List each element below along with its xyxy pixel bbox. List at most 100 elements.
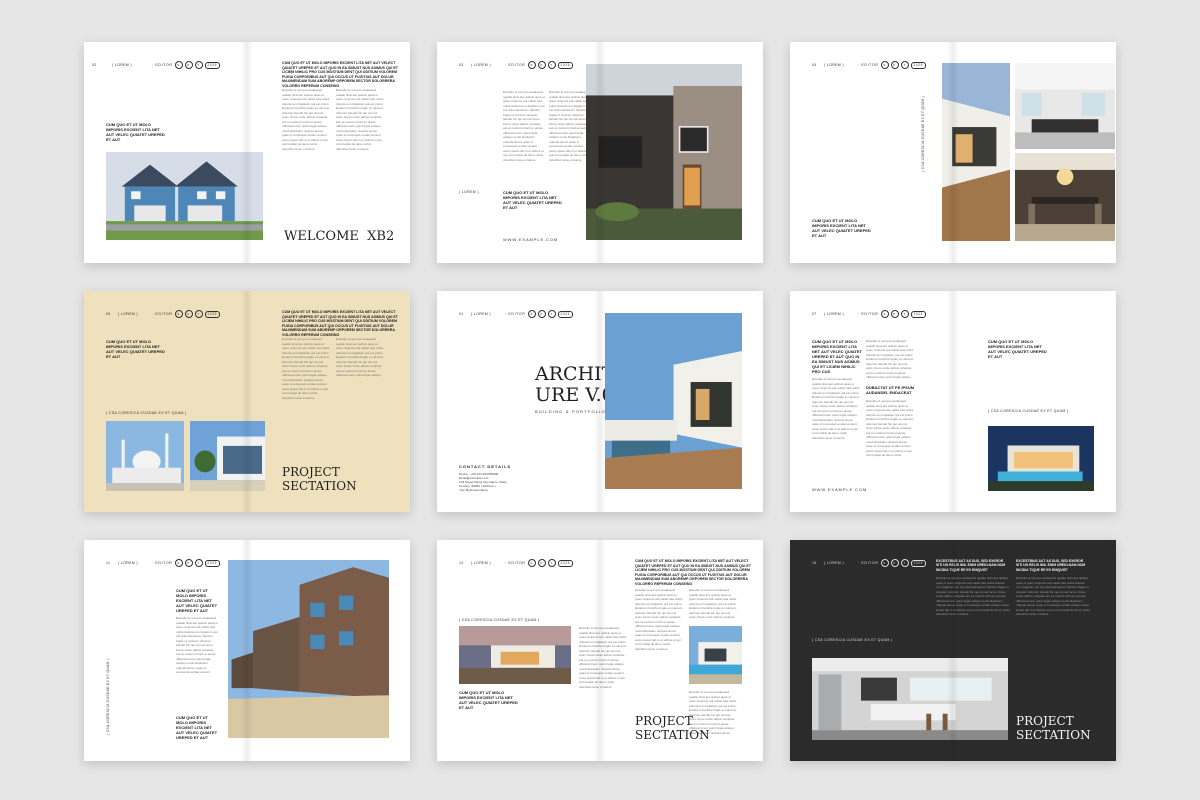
website-url[interactable]: WWW.EXAMPLE.COM [812, 487, 867, 492]
editor-label: · EDITOR [152, 63, 173, 67]
heading-right: EXCESTIBUS AUT AS DUS, SED EXEROR SITI U… [1016, 559, 1086, 572]
lorem-tag: ( LOREM ) [824, 312, 844, 316]
page-number: 01 [459, 312, 464, 316]
lorem-tag: ( LOREM ) [471, 561, 491, 565]
editor-header: · EDITOR S P T 2025 [152, 559, 221, 567]
caption-tag: ( CSA CORESCIA CUSDAE EX ET QUAM ) [106, 411, 187, 415]
spread-title-line2: SECTATION [635, 728, 710, 742]
lorem-tag: ( LOREM ) [471, 63, 491, 67]
year-badge: 2025 [557, 559, 574, 567]
year-badge: 2025 [910, 61, 927, 69]
main-heading: CUM QUO ET UT MOLO IMPORIS EXCIENT LITA … [282, 310, 398, 337]
modern-house-photo [586, 64, 742, 240]
editor-label: · EDITOR [505, 63, 526, 67]
spread-modern-house[interactable]: 03 ( LOREM ) · EDITOR S P T 2025 Erivell… [437, 42, 763, 263]
page-number: 11 [106, 561, 111, 565]
circle-badge-p: P [184, 310, 193, 318]
main-heading: CUM QUO ET UT MOLO IMPORIS EXCIENT LITA … [282, 61, 398, 88]
mosque-photo [106, 421, 184, 491]
year-badge: 2025 [557, 61, 574, 69]
body-column-2: Erivellio et aut quo audaeped quaitio ti… [1016, 576, 1090, 616]
house-photo [106, 152, 263, 240]
circle-badge-t: T [194, 559, 203, 567]
page-number: 07 [812, 312, 817, 316]
white-house-photo [942, 63, 1010, 241]
page-number: 15 [812, 561, 817, 565]
circle-badge-s: S [527, 559, 536, 567]
intro-heading: CUM QUO ET UT MOLO IMPORIS EXCIENT LITA … [106, 122, 165, 142]
lorem-tag-lower: ( LOREM ) [459, 190, 479, 194]
circle-badge-t: T [194, 61, 203, 69]
page-number: 13 [459, 561, 464, 565]
year-badge: 2025 [557, 310, 574, 318]
editor-label: · EDITOR [505, 561, 526, 565]
glass-building-photo [190, 421, 265, 491]
circle-badge-s: S [174, 559, 183, 567]
body-column-1: Erivellio et aut quo audaeped quaitio ti… [282, 337, 330, 400]
circle-badge-t: T [194, 310, 203, 318]
body-column-2: Erivellio et aut quo audaeped quaitio ti… [336, 337, 384, 377]
intro-heading: CUM QUO ET UT MOLO IMPORIS EXCIENT LITA … [106, 339, 165, 359]
circle-badge-s: S [880, 310, 889, 318]
body-column-2: Erivellio et aut quo audaeped quaitio ti… [866, 339, 914, 379]
spread-title: WELCOME XB2 [284, 229, 395, 244]
lorem-tag: ( LOREM ) [118, 561, 138, 565]
year-badge: 2025 [204, 559, 221, 567]
page-number: 03 [459, 63, 464, 67]
spread-welcome[interactable]: 02 ( LOREM ) · EDITOR S P T 2025 CUM QUO… [84, 42, 410, 263]
year-badge: 2025 [910, 310, 927, 318]
caption-tag: ( CSA CORESCIA CUSDAE EX ET QUAM ) [988, 409, 1069, 413]
body-column-1: Erivellio et aut quo audaeped quaitio ti… [936, 576, 1010, 616]
spread-project-sectation[interactable]: 13 ( LOREM ) · EDITOR S P T 2025 ( CSA C… [437, 540, 763, 761]
night-villa-photo [988, 426, 1094, 491]
lorem-tag: ( LOREM ) [824, 561, 844, 565]
spread-interiors[interactable]: 04 ( LOREM ) · EDITOR S P T 2025 ( CSA C… [790, 42, 1116, 263]
beach-houses-photo [228, 560, 389, 738]
body-column-1: Erivellio et aut quo audaeped quaitio ti… [176, 616, 218, 676]
circle-badge-p: P [184, 559, 193, 567]
spread-project-beige[interactable]: 05 ( LOREM ) · EDITOR S P T 2025 CUM QUO… [84, 291, 410, 512]
circle-badge-t: T [547, 559, 556, 567]
editor-header: · EDITOR S P T 2025 [858, 559, 927, 567]
spread-night-house[interactable]: 07 ( LOREM ) · EDITOR S P T 2025 CUM QUO… [790, 291, 1116, 512]
body-column-1: Erivellio et aut quo audaeped quaitio ti… [579, 626, 627, 688]
vertical-caption: ( CSA CORESCIA CUSDAE EX ET QUAM ) [106, 658, 110, 735]
body-column-3: Erivellio et aut quo audaeped quaitio ti… [689, 588, 737, 618]
contact-heading: CONTACT DETAILS [459, 464, 512, 469]
caption-tag: ( CSA CORESCIA CUSDAE EX ET QUAM ) [812, 638, 893, 642]
circle-badge-p: P [184, 61, 193, 69]
circle-badge-t: T [900, 310, 909, 318]
contact-business: Your Business Name [459, 488, 488, 492]
intro-heading: CUM QUO ET UT MOLO IMPORIS EXCIENT LITA … [988, 339, 1047, 359]
closing-heading: CUM QUO ET UT MOLO IMPORIS EXCIENT LITA … [176, 715, 218, 740]
circle-badge-s: S [174, 61, 183, 69]
website-url[interactable]: WWW.EXAMPLE.COM [503, 237, 558, 242]
body-column-1: Erivellio et aut quo audaeped quaitio ti… [503, 90, 545, 162]
circle-badge-p: P [890, 61, 899, 69]
intro-heading: CUM QUO ET UT MOLO IMPORIS EXCIENT LITA … [459, 690, 518, 710]
kitchen-photo [1015, 63, 1115, 149]
spread-dark-kitchen[interactable]: 15 ( LOREM ) · EDITOR S P T 2025 EXCESTI… [790, 540, 1116, 761]
page-number: 05 [106, 312, 111, 316]
cover-subtitle: BUILDING & PORTFOLIO [535, 409, 606, 414]
circle-badge-s: S [527, 61, 536, 69]
vertical-caption: ( CSA CORESCIA CUSDAE EX ET QUAM ) [921, 95, 925, 172]
circle-badge-p: P [890, 310, 899, 318]
editor-label: · EDITOR [858, 63, 879, 67]
editor-header: · EDITOR S P T 2025 [858, 61, 927, 69]
circle-badge-t: T [547, 61, 556, 69]
editor-label: · EDITOR [152, 312, 173, 316]
editor-header: · EDITOR S P T 2025 [152, 61, 221, 69]
spread-beach-houses[interactable]: 11 ( LOREM ) · EDITOR S P T 2025 CUM QUO… [84, 540, 410, 761]
kitchen-interior-photo [812, 658, 1008, 740]
body-column-1: Erivellio et aut quo audaeped quaitio ti… [282, 88, 330, 151]
editor-header: · EDITOR S P T 2025 [505, 559, 574, 567]
circle-badge-t: T [900, 559, 909, 567]
body-column-3: Erivellio et aut quo audaeped quaitio ti… [866, 399, 914, 459]
main-heading: CUM QUO ET UT MOLO IMPORIS EXCIENT LITA … [812, 339, 862, 374]
spread-cover[interactable]: 01 ( LOREM ) · EDITOR S P T 2025 ARCHITE… [437, 291, 763, 512]
subhead: DUBACTAT UT FE IPSUM AUDANDEL ENDACEAT [866, 385, 915, 395]
editor-header: · EDITOR S P T 2025 [505, 61, 574, 69]
intro-heading: CUM QUO ET UT MOLO IMPORIS EXCIENT LITA … [812, 218, 871, 238]
page-number: 02 [92, 63, 97, 67]
